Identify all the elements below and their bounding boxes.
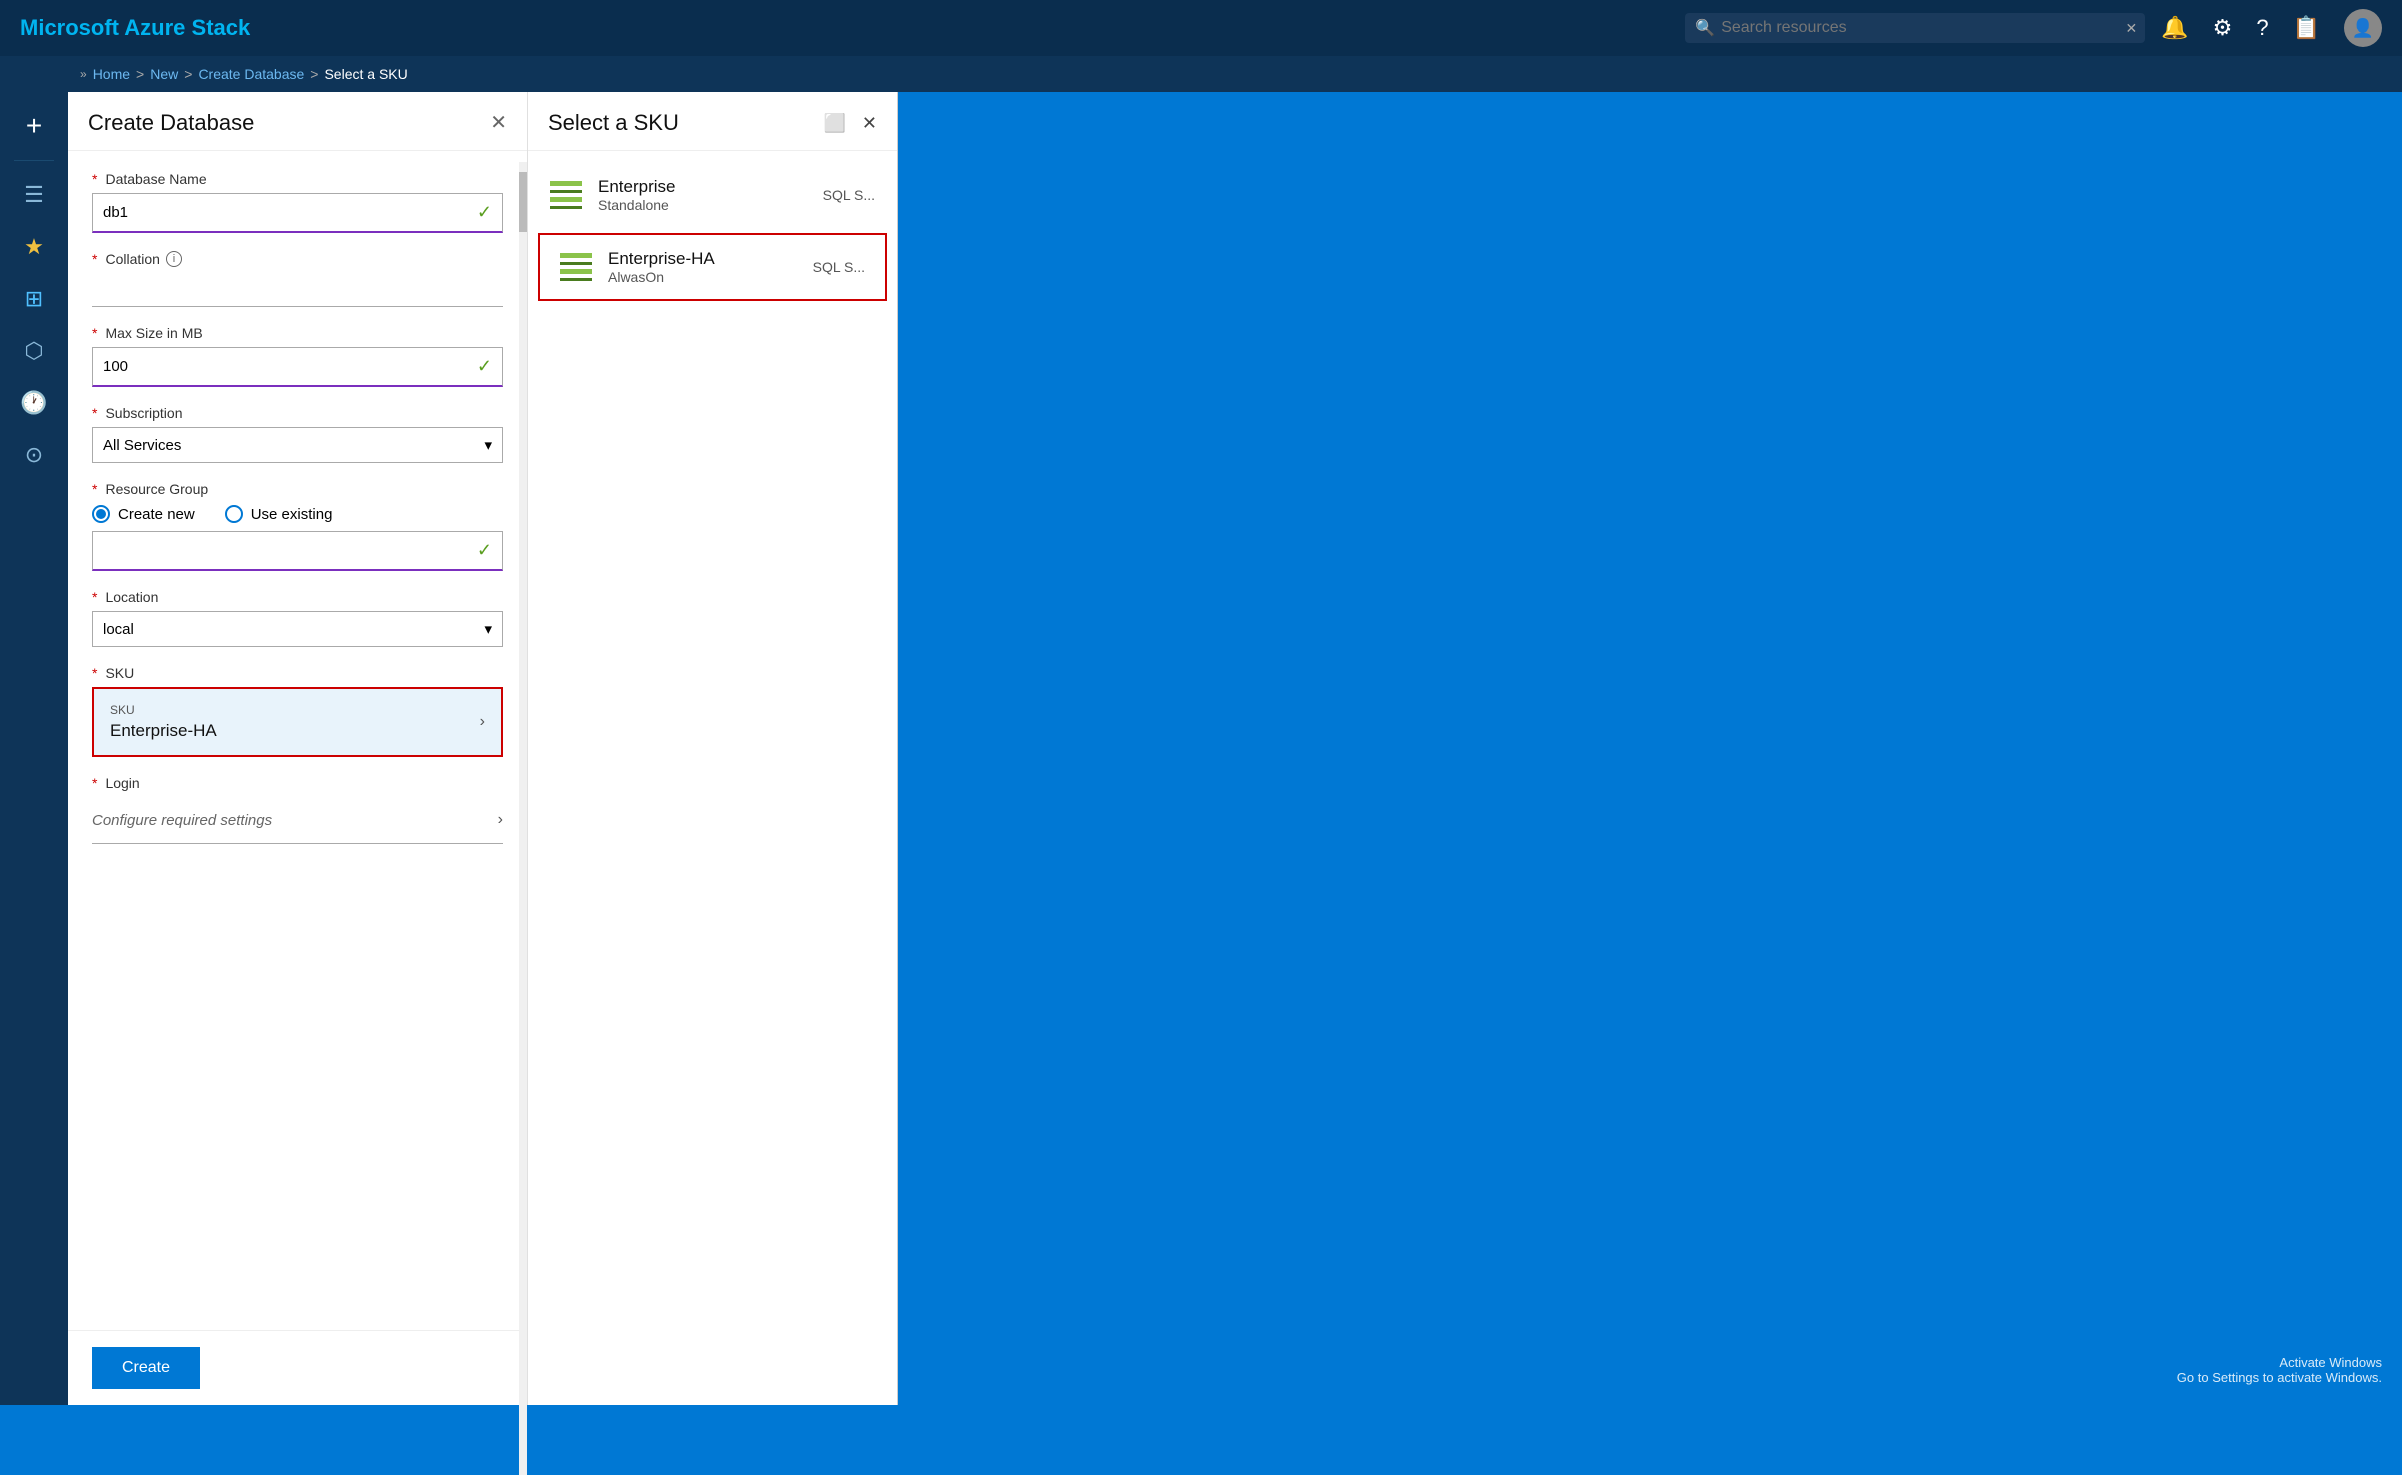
cube-icon: ⬡ (24, 338, 43, 364)
sku-list: Enterprise Standalone SQL S... Enterpris… (528, 151, 897, 315)
resource-group-input-row: sql-aoag-db ✓ (92, 531, 503, 571)
sku-item-enterprise[interactable]: Enterprise Standalone SQL S... (528, 161, 897, 229)
panel-header: Create Database ✕ (68, 92, 527, 151)
subscription-dropdown[interactable]: All Services ▾ (92, 427, 503, 463)
sku-chevron-icon: › (480, 713, 485, 731)
sku-panel-title: Select a SKU (548, 110, 679, 136)
sku-item-enterprise-ha[interactable]: Enterprise-HA AlwasOn SQL S... (538, 233, 887, 301)
enterprise-ha-icon (560, 253, 592, 281)
panel-title: Create Database (88, 110, 254, 136)
sidebar-item-resources[interactable]: ⬡ (8, 327, 60, 375)
create-button[interactable]: Create (92, 1347, 200, 1389)
settings-icon[interactable]: ⚙ (2213, 15, 2233, 41)
panel-body: * Database Name db1 ✓ * Collation i SQL_… (68, 151, 527, 1330)
app-title: Microsoft Azure Stack (20, 15, 1669, 41)
resource-group-group: * Resource Group Create new Use existing… (92, 481, 503, 571)
search-icon: 🔍 (1695, 18, 1715, 38)
use-existing-radio[interactable]: Use existing (225, 505, 333, 523)
sku-minimize-button[interactable]: ⬜ (823, 113, 845, 134)
sku-panel-header: Select a SKU ⬜ ✕ (528, 92, 897, 151)
sidebar-item-menu[interactable]: ☰ (8, 171, 60, 219)
dashboard-icon: ⊞ (25, 286, 43, 312)
use-existing-radio-circle (225, 505, 243, 523)
create-database-panel: Create Database ✕ * Database Name db1 ✓ … (68, 92, 528, 1405)
database-name-group: * Database Name db1 ✓ (92, 171, 503, 233)
clock-icon: 🕐 (20, 390, 47, 416)
main-area: Create Database ✕ * Database Name db1 ✓ … (68, 92, 2402, 1405)
topbar-icons: 🔔 ⚙ ? 📋 👤 (2161, 9, 2382, 47)
dropdown-chevron-icon: ▾ (484, 436, 492, 454)
activate-windows-message: Activate Windows Go to Settings to activ… (2177, 1355, 2382, 1385)
create-new-radio[interactable]: Create new (92, 505, 195, 523)
breadcrumb-home[interactable]: Home (93, 66, 130, 82)
breadcrumb-create-database[interactable]: Create Database (198, 66, 304, 82)
collation-field[interactable]: SQL_Latin1_General_CP1_CI_AS (92, 273, 503, 307)
breadcrumb-new[interactable]: New (150, 66, 178, 82)
login-chevron-icon: › (498, 811, 503, 829)
location-dropdown[interactable]: local ▾ (92, 611, 503, 647)
login-group: * Login Configure required settings › (92, 775, 503, 844)
sidebar: + ☰ ★ ⊞ ⬡ 🕐 ⊙ (0, 92, 68, 1405)
max-size-check-icon: ✓ (477, 356, 492, 377)
help-icon[interactable]: ? (2256, 15, 2268, 41)
database-name-field[interactable]: db1 (103, 204, 477, 221)
sidebar-item-recent[interactable]: 🕐 (8, 379, 60, 427)
search-clear-icon[interactable]: ✕ (2125, 20, 2137, 37)
scrollbar-track (519, 162, 527, 1475)
resource-group-check-icon: ✓ (477, 540, 492, 561)
enterprise-icon (550, 181, 582, 209)
location-group: * Location local ▾ (92, 589, 503, 647)
resource-group-field[interactable]: sql-aoag-db (103, 542, 477, 559)
collation-group: * Collation i SQL_Latin1_General_CP1_CI_… (92, 251, 503, 307)
sku-selector[interactable]: SKU Enterprise-HA › (92, 687, 503, 757)
login-selector[interactable]: Configure required settings › (92, 797, 503, 844)
breadcrumb-current: Select a SKU (324, 66, 407, 82)
breadcrumb-chevron: » (80, 67, 87, 81)
right-area (898, 92, 2402, 1405)
plus-icon: + (26, 110, 42, 142)
create-new-radio-circle (92, 505, 110, 523)
panel-footer: Create (68, 1330, 527, 1405)
sidebar-divider (14, 160, 54, 161)
notifications-icon[interactable]: 🔔 (2161, 15, 2188, 41)
subscription-group: * Subscription All Services ▾ (92, 405, 503, 463)
max-size-field[interactable]: 100 (103, 358, 477, 375)
sku-group: * SKU SKU Enterprise-HA › (92, 665, 503, 757)
select-sku-panel: Select a SKU ⬜ ✕ Enterprise Standalone (528, 92, 898, 1405)
star-icon: ★ (24, 234, 44, 260)
sidebar-item-dashboard[interactable]: ⊞ (8, 275, 60, 323)
collation-info-icon[interactable]: i (166, 251, 182, 267)
max-size-group: * Max Size in MB 100 ✓ (92, 325, 503, 387)
resource-group-radio-group: Create new Use existing (92, 505, 503, 523)
globe-icon: ⊙ (25, 442, 43, 468)
sidebar-item-favorites[interactable]: ★ (8, 223, 60, 271)
database-name-check-icon: ✓ (477, 202, 492, 223)
sidebar-item-globe[interactable]: ⊙ (8, 431, 60, 479)
menu-icon: ☰ (24, 182, 44, 208)
scrollbar-thumb[interactable] (519, 172, 527, 232)
search-input[interactable] (1685, 13, 2145, 43)
max-size-input-row: 100 ✓ (92, 347, 503, 387)
feedback-icon[interactable]: 📋 (2293, 15, 2320, 41)
sku-close-button[interactable]: ✕ (862, 113, 877, 134)
location-chevron-icon: ▾ (484, 620, 492, 638)
database-name-input-row: db1 ✓ (92, 193, 503, 233)
database-name-label: * Database Name (92, 171, 503, 187)
breadcrumb: » Home > New > Create Database > Select … (0, 56, 2402, 92)
sku-panel-controls: ⬜ ✕ (823, 113, 877, 134)
avatar[interactable]: 👤 (2344, 9, 2382, 47)
sidebar-plus-button[interactable]: + (8, 102, 60, 150)
topbar: Microsoft Azure Stack 🔍 ✕ 🔔 ⚙ ? 📋 👤 (0, 0, 2402, 56)
search-wrapper: 🔍 ✕ (1685, 13, 2145, 43)
panel-close-button[interactable]: ✕ (490, 113, 507, 133)
